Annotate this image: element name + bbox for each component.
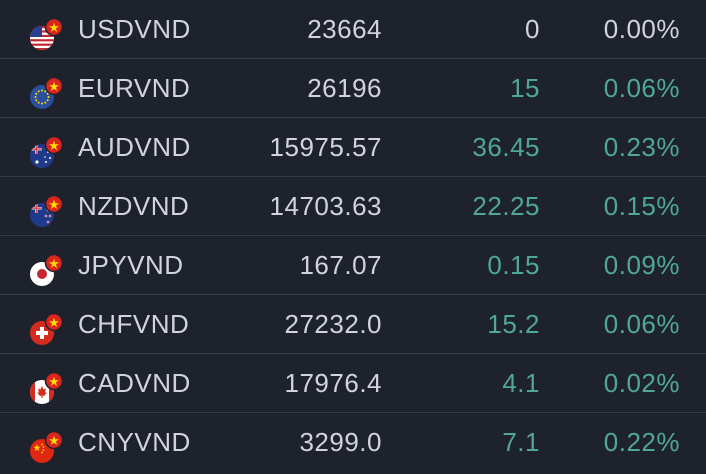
table-row-cadvnd[interactable]: CADVND 17976.4 4.1 0.02%	[0, 354, 706, 413]
change-percent: 0.06%	[603, 73, 680, 103]
symbol-label: JPYVND	[78, 250, 184, 280]
change-value: 0.15	[487, 250, 540, 280]
change-percent: 0.09%	[603, 250, 680, 280]
table-row-cnyvnd[interactable]: CNYVND 3299.0 7.1 0.22%	[0, 413, 706, 472]
change-percent: 0.23%	[603, 132, 680, 162]
change-value: 7.1	[502, 427, 540, 457]
au-flag-icon	[30, 136, 66, 168]
price-value: 27232.0	[284, 309, 382, 339]
forex-quote-table: USDVND 23664 0 0.00% EURVND 26196 15 0.0…	[0, 0, 706, 474]
price-value: 15975.57	[269, 132, 382, 162]
price-value: 167.07	[299, 250, 382, 280]
change-percent: 0.22%	[603, 427, 680, 457]
ch-flag-icon	[30, 313, 66, 345]
table-row-nzdvnd[interactable]: NZDVND 14703.63 22.25 0.15%	[0, 177, 706, 236]
change-value: 15	[510, 73, 540, 103]
price-value: 14703.63	[269, 191, 382, 221]
table-row-usdvnd[interactable]: USDVND 23664 0 0.00%	[0, 0, 706, 59]
change-percent: 0.15%	[603, 191, 680, 221]
table-row-jpyvnd[interactable]: JPYVND 167.07 0.15 0.09%	[0, 236, 706, 295]
change-value: 4.1	[502, 368, 540, 398]
jp-flag-icon	[30, 254, 66, 286]
table-row-eurvnd[interactable]: EURVND 26196 15 0.06%	[0, 59, 706, 118]
table-row-audvnd[interactable]: AUDVND 15975.57 36.45 0.23%	[0, 118, 706, 177]
change-value: 36.45	[472, 132, 540, 162]
change-value: 15.2	[487, 309, 540, 339]
price-value: 17976.4	[284, 368, 382, 398]
change-percent: 0.06%	[603, 309, 680, 339]
symbol-label: EURVND	[78, 73, 191, 103]
ca-flag-icon	[30, 372, 66, 404]
symbol-label: CADVND	[78, 368, 191, 398]
us-flag-icon	[30, 18, 66, 50]
table-row-chfvnd[interactable]: CHFVND 27232.0 15.2 0.06%	[0, 295, 706, 354]
change-value: 0	[525, 14, 540, 44]
cn-flag-icon	[30, 431, 66, 463]
price-value: 26196	[307, 73, 382, 103]
symbol-label: NZDVND	[78, 191, 190, 221]
symbol-label: CHFVND	[78, 309, 190, 339]
eu-flag-icon	[30, 77, 66, 109]
change-percent: 0.02%	[603, 368, 680, 398]
change-percent: 0.00%	[603, 14, 680, 44]
price-value: 3299.0	[299, 427, 382, 457]
symbol-label: USDVND	[78, 14, 191, 44]
price-value: 23664	[307, 14, 382, 44]
symbol-label: CNYVND	[78, 427, 191, 457]
nz-flag-icon	[30, 195, 66, 227]
change-value: 22.25	[472, 191, 540, 221]
symbol-label: AUDVND	[78, 132, 191, 162]
